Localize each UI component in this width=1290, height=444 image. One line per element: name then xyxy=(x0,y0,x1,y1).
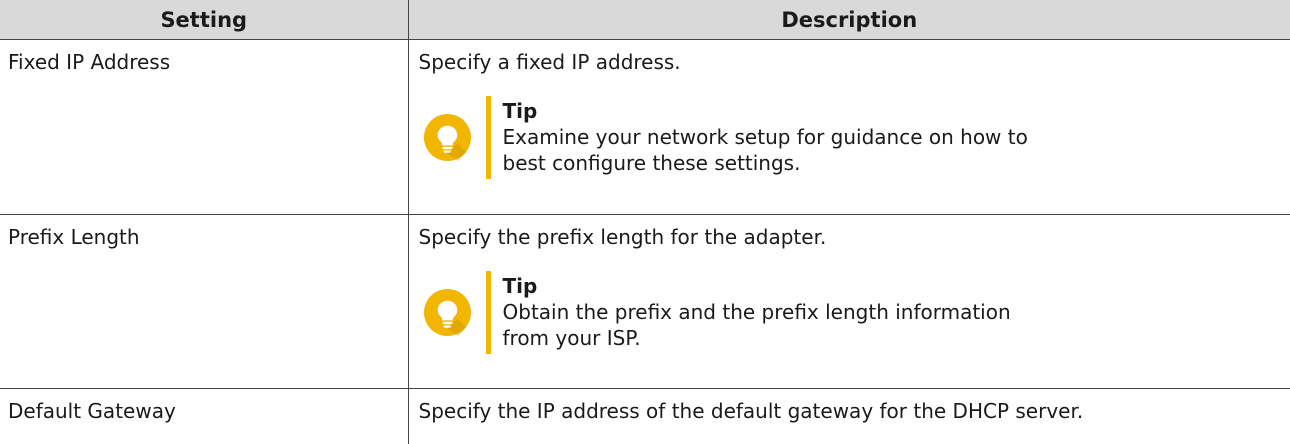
description-cell: Specify a fixed IP address. Tip Examine … xyxy=(407,39,1290,215)
table-row: Default Gateway Specify the IP address o… xyxy=(0,388,1290,444)
tip-title: Tip xyxy=(502,99,538,123)
description-text: Specify a fixed IP address. xyxy=(418,50,681,74)
table-row: Prefix Length Specify the prefix length … xyxy=(0,214,1290,389)
setting-cell: Fixed IP Address xyxy=(0,39,409,215)
tip-text: Examine your network setup for guidance … xyxy=(502,125,1028,175)
tip-title: Tip xyxy=(502,274,538,298)
table-row: Fixed IP Address Specify a fixed IP addr… xyxy=(0,39,1290,215)
setting-cell: Prefix Length xyxy=(0,214,409,389)
header-description: Description xyxy=(407,0,1290,40)
tip-box: Tip Obtain the prefix and the prefix len… xyxy=(423,271,1281,354)
tip-box: Tip Examine your network setup for guida… xyxy=(423,96,1281,179)
description-cell: Specify the IP address of the default ga… xyxy=(407,388,1290,444)
lightbulb-icon xyxy=(423,288,471,337)
description-cell: Specify the prefix length for the adapte… xyxy=(407,214,1290,389)
table-header-row: Setting Description xyxy=(0,0,1290,40)
setting-cell: Default Gateway xyxy=(0,388,409,444)
tip-text: Obtain the prefix and the prefix length … xyxy=(502,300,1011,350)
description-text: Specify the IP address of the default ga… xyxy=(418,399,1084,423)
header-setting: Setting xyxy=(0,0,409,40)
tip-content: Tip Examine your network setup for guida… xyxy=(485,96,1043,179)
settings-table: Setting Description Fixed IP Address Spe… xyxy=(0,0,1290,444)
description-text: Specify the prefix length for the adapte… xyxy=(418,225,827,249)
tip-content: Tip Obtain the prefix and the prefix len… xyxy=(485,271,1043,354)
lightbulb-icon xyxy=(423,113,471,162)
